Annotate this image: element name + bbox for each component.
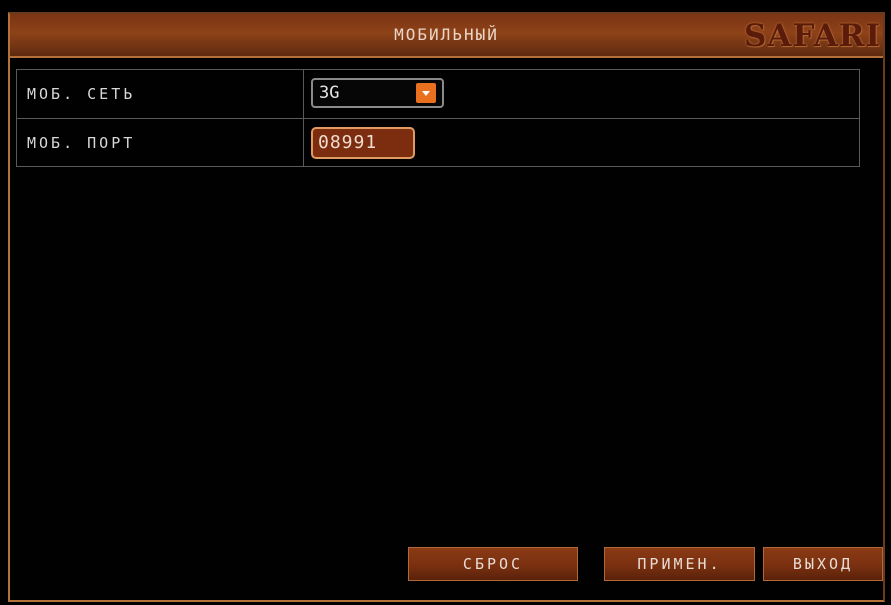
network-select-value: 3G bbox=[319, 83, 340, 103]
port-label: МОБ. ПОРТ bbox=[17, 119, 304, 166]
port-value-cell: 08991 bbox=[304, 119, 859, 166]
settings-row-network: МОБ. СЕТЬ 3G bbox=[17, 70, 859, 118]
brand-logo: SAFARI bbox=[744, 18, 881, 54]
screen: МОБИЛЬНЫЙ SAFARI МОБ. СЕТЬ 3G МОБ. ПОРТ bbox=[0, 0, 891, 605]
settings-table: МОБ. СЕТЬ 3G МОБ. ПОРТ 08991 bbox=[16, 69, 860, 167]
chevron-down-icon[interactable] bbox=[416, 83, 436, 103]
title-bar: МОБИЛЬНЫЙ SAFARI bbox=[10, 14, 883, 58]
reset-button[interactable]: СБРОС bbox=[408, 547, 578, 581]
network-select[interactable]: 3G bbox=[311, 78, 444, 108]
exit-button[interactable]: ВЫХОД bbox=[763, 547, 883, 581]
settings-row-port: МОБ. ПОРТ 08991 bbox=[17, 118, 859, 166]
port-input[interactable]: 08991 bbox=[311, 127, 415, 159]
network-label: МОБ. СЕТЬ bbox=[17, 70, 304, 118]
network-value-cell: 3G bbox=[304, 70, 859, 118]
apply-button[interactable]: ПРИМЕН. bbox=[604, 547, 755, 581]
